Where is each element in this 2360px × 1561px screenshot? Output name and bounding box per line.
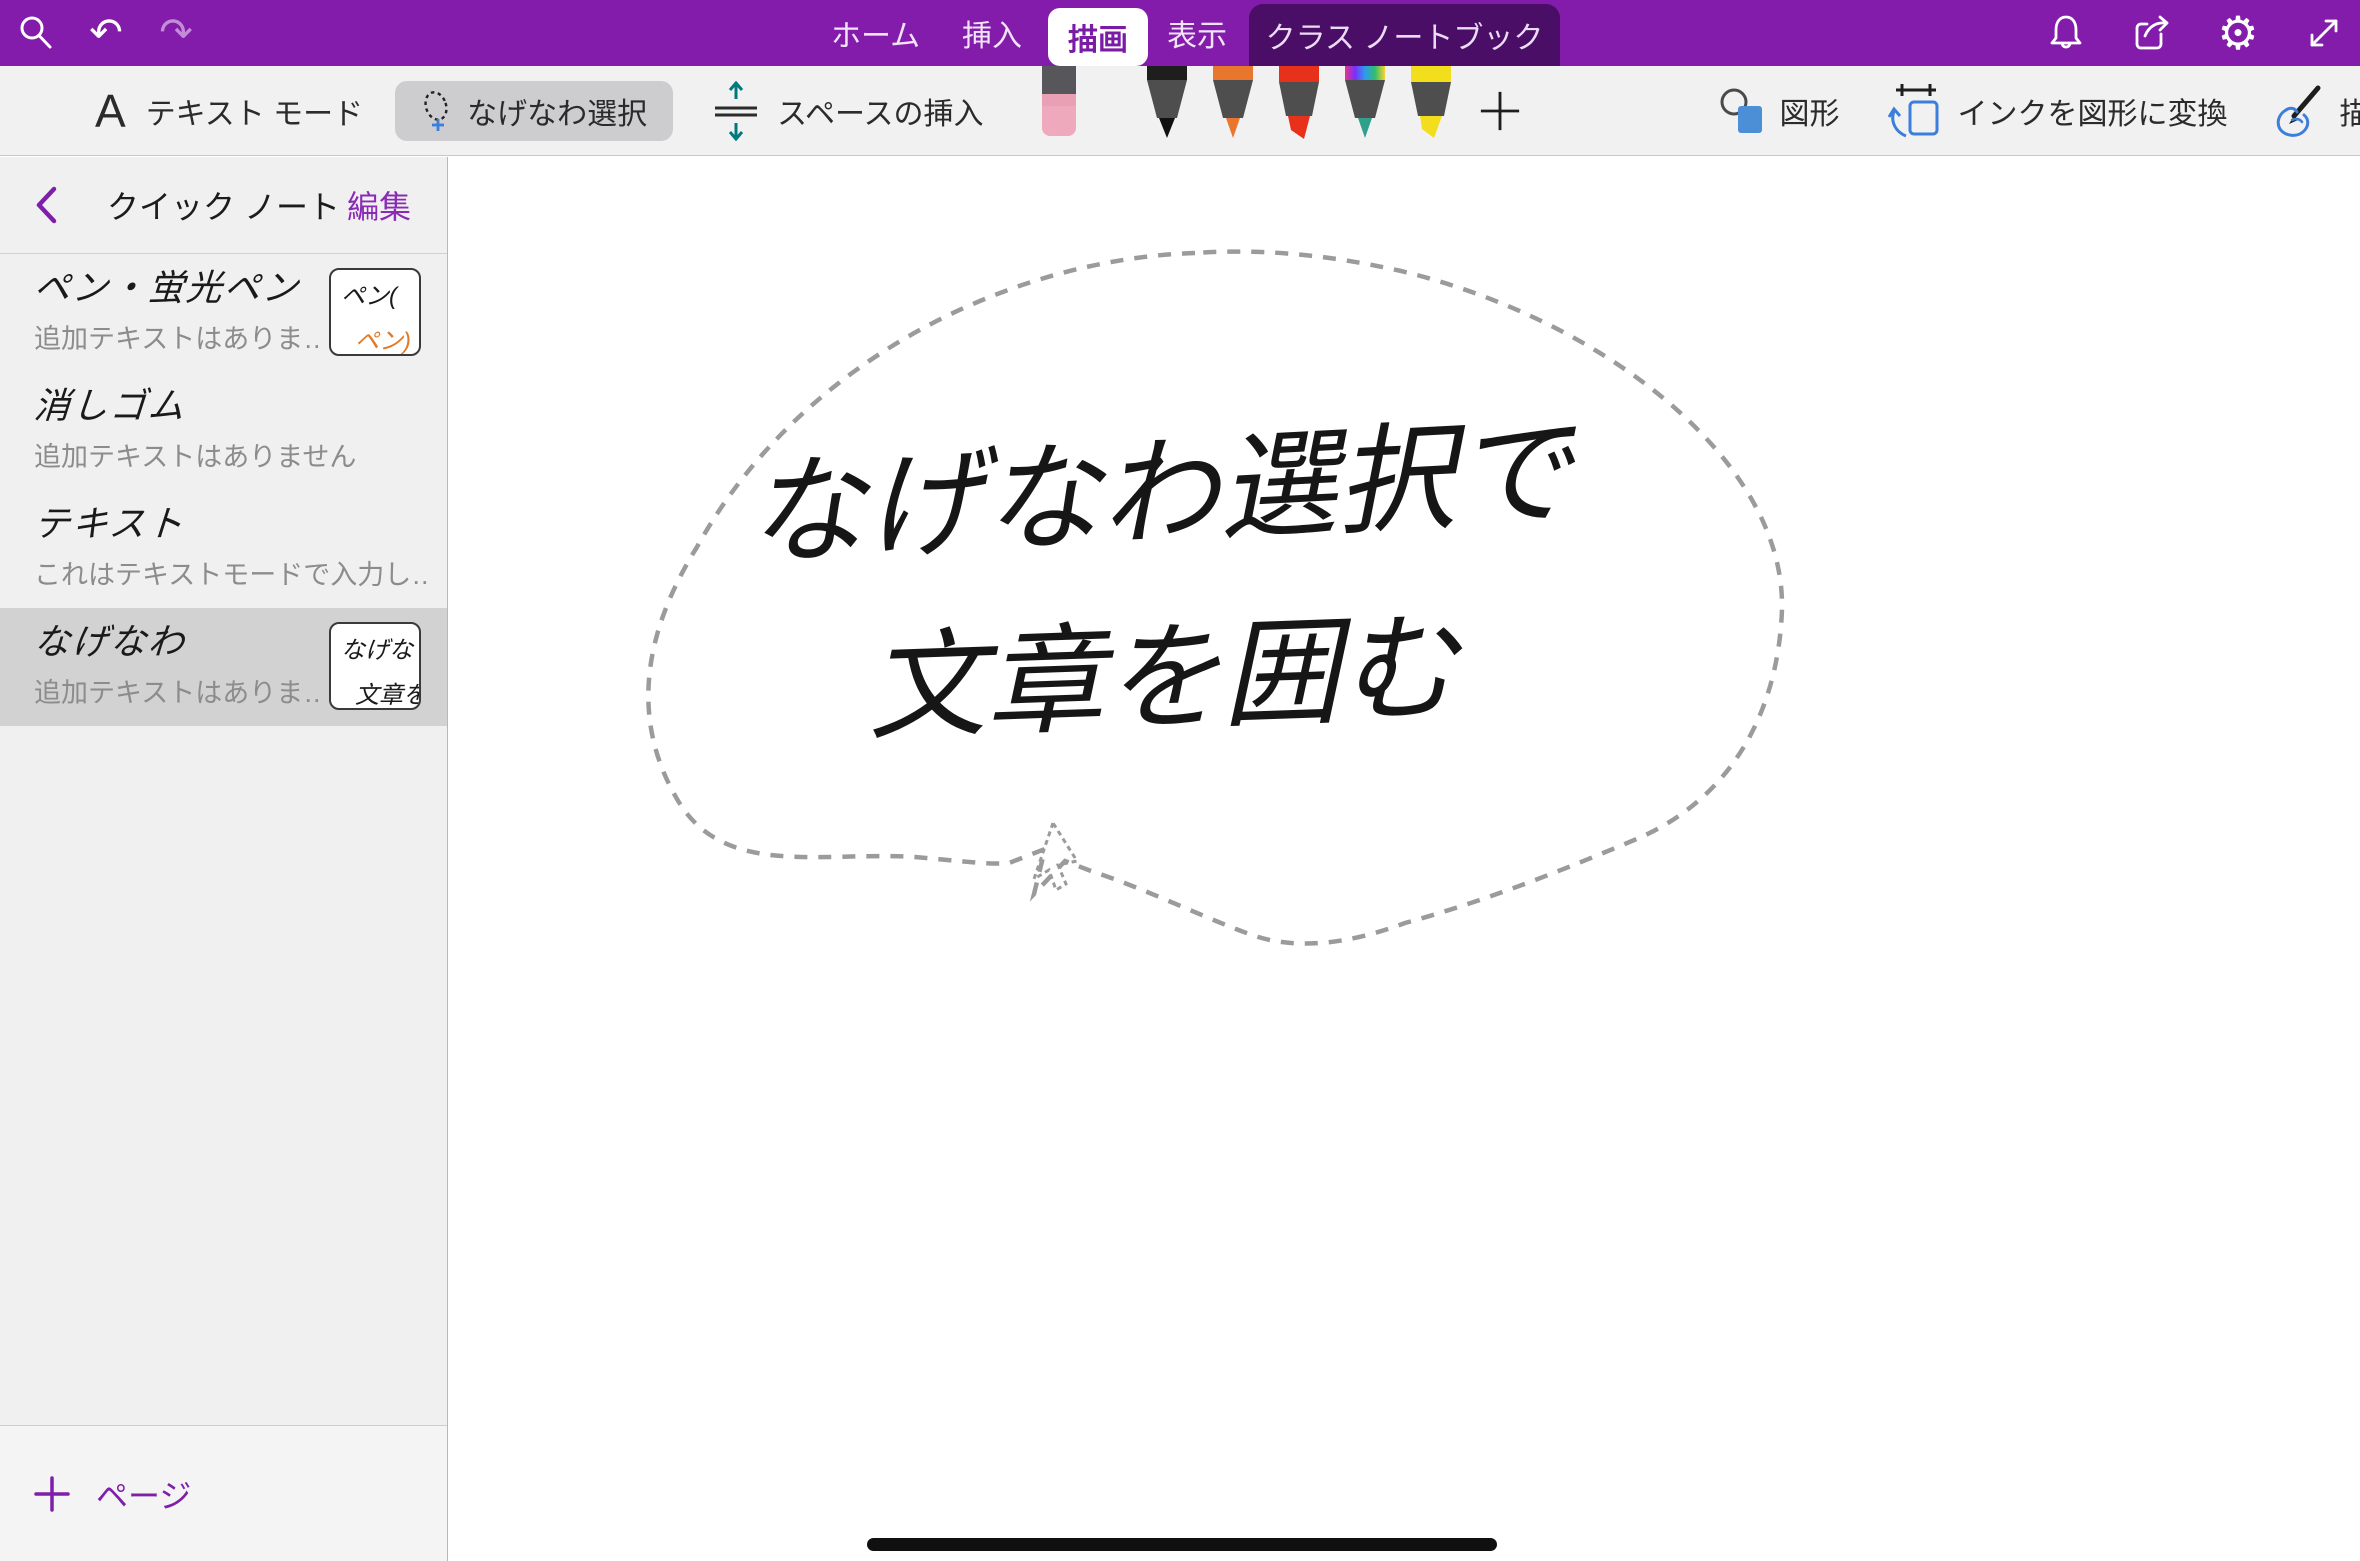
tab-draw-active[interactable]: 描画 — [1048, 8, 1148, 66]
expand-icon — [2304, 13, 2344, 53]
yellow-highlighter[interactable] — [1408, 66, 1454, 140]
text-mode-letter-icon: A — [95, 84, 126, 138]
page-list-item[interactable]: テキスト これはテキストモードで入力し… — [0, 490, 447, 608]
ink-layer: なげなわ選択で 文章を囲む — [449, 157, 2360, 1561]
text-mode-button[interactable]: テキスト モード — [146, 89, 363, 133]
page-title-handwritten: なげなわ — [32, 620, 322, 663]
share-button[interactable] — [2130, 11, 2174, 55]
tab-home[interactable]: ホーム — [831, 0, 920, 66]
add-page-button[interactable]: ページ — [34, 1471, 191, 1517]
page-list-item[interactable]: ペン・蛍光ペン 追加テキストはありま… ペン( ペン) — [0, 254, 447, 372]
handwritten-ink-line1: なげなわ選択で — [743, 406, 1582, 581]
notifications-button[interactable] — [2044, 11, 2088, 55]
tab-insert[interactable]: 挿入 — [962, 0, 1022, 66]
settings-button[interactable]: ⚙ — [2216, 11, 2260, 55]
tab-view[interactable]: 表示 — [1167, 0, 1227, 66]
plus-icon — [1478, 88, 1522, 134]
page-subtitle: 追加テキストはありません — [34, 435, 427, 474]
page-thumbnail: なげな 文章を — [329, 622, 421, 710]
page-item-text: ペン・蛍光ペン 追加テキストはありま… — [34, 266, 321, 372]
sidebar-header: クイック ノート 編集 — [0, 157, 447, 254]
page-subtitle: 追加テキストはありま… — [34, 317, 321, 356]
ink-to-shape-icon — [1886, 82, 1942, 140]
orange-pen[interactable] — [1210, 66, 1256, 140]
gear-icon: ⚙ — [2217, 10, 2258, 56]
ink-to-shape-button[interactable]: インクを図形に変換 — [1886, 82, 2228, 140]
draw-mode-label: 描画モード — [2340, 89, 2360, 133]
top-app-bar: ↶ ↷ ホーム 挿入 描画 表示 クラス ノートブック — [0, 0, 2360, 66]
topbar-right-actions: ⚙ — [2044, 0, 2346, 66]
shapes-icon — [1718, 87, 1766, 135]
insert-space-icon — [709, 81, 763, 141]
sidebar-footer: ページ — [0, 1425, 447, 1561]
rainbow-pen[interactable] — [1342, 66, 1388, 140]
pen-tray — [1144, 66, 1454, 140]
page-item-text: 消しゴム 追加テキストはありません — [34, 384, 427, 490]
page-subtitle: 追加テキストはありま… — [34, 671, 321, 710]
add-pen-button[interactable] — [1478, 89, 1522, 133]
home-indicator-bar[interactable] — [867, 1538, 1497, 1551]
thumbnail-ink-line: なげな — [341, 630, 419, 665]
black-pen[interactable] — [1144, 66, 1190, 140]
insert-space-label: スペースの挿入 — [777, 89, 983, 133]
onenote-app-window: ↶ ↷ ホーム 挿入 描画 表示 クラス ノートブック — [0, 0, 2360, 1561]
page-thumbnail: ペン( ペン) — [329, 268, 421, 356]
lasso-selection-stroke — [648, 252, 1782, 944]
fullscreen-button[interactable] — [2302, 11, 2346, 55]
handwritten-ink-line2: 文章を囲む — [865, 602, 1465, 755]
page-title-handwritten: 消しゴム — [32, 384, 428, 427]
page-title-handwritten: ペン・蛍光ペン — [32, 266, 322, 309]
thumbnail-ink-line: 文章を — [355, 675, 419, 710]
lasso-icon — [421, 88, 451, 134]
lasso-cursor-arrow — [1034, 823, 1077, 890]
page-subtitle: これはテキストモードで入力し… — [34, 553, 427, 592]
chevron-left-icon — [34, 185, 58, 225]
thumbnail-ink-line: ペン( — [341, 276, 419, 311]
thumbnail-ink-line: ペン) — [355, 321, 419, 356]
page-title-handwritten: テキスト — [32, 502, 428, 545]
page-list-sidebar: クイック ノート 編集 ペン・蛍光ペン 追加テキストはありま… ペン( ペン) … — [0, 157, 448, 1561]
note-drawing-canvas[interactable]: なげなわ選択で 文章を囲む — [449, 157, 2360, 1561]
draw-mode-button[interactable]: 描画モード — [2272, 84, 2360, 138]
insert-space-button[interactable]: スペースの挿入 — [709, 81, 983, 141]
red-highlighter[interactable] — [1276, 66, 1322, 140]
shapes-label: 図形 — [1780, 89, 1840, 133]
shapes-button[interactable]: 図形 — [1718, 87, 1840, 135]
edit-button[interactable]: 編集 — [347, 182, 411, 228]
ribbon-tabs: ホーム 挿入 描画 表示 クラス ノートブック — [0, 0, 2360, 66]
bell-icon — [2046, 13, 2086, 53]
page-item-text: テキスト これはテキストモードで入力し… — [34, 502, 427, 608]
ink-to-shape-label: インクを図形に変換 — [1958, 89, 2228, 133]
page-list-item-selected[interactable]: なげなわ 追加テキストはありま… なげな 文章を — [0, 608, 447, 726]
tab-class-notebook[interactable]: クラス ノートブック — [1249, 4, 1560, 66]
lasso-select-label: なげなわ選択 — [467, 89, 647, 133]
back-button[interactable] — [34, 185, 58, 230]
eraser-tool[interactable] — [1040, 66, 1078, 143]
draw-mode-hand-icon — [2272, 84, 2324, 138]
lasso-select-button[interactable]: なげなわ選択 — [395, 81, 673, 141]
draw-ribbon-toolbar: A テキスト モード なげなわ選択 スペースの挿入 — [0, 66, 2360, 156]
page-list-item[interactable]: 消しゴム 追加テキストはありません — [0, 372, 447, 490]
plus-icon — [34, 1476, 70, 1512]
share-icon — [2131, 12, 2173, 54]
add-page-label: ページ — [96, 1471, 191, 1517]
page-item-text: なげなわ 追加テキストはありま… — [34, 620, 321, 726]
eraser-icon — [1040, 66, 1078, 138]
